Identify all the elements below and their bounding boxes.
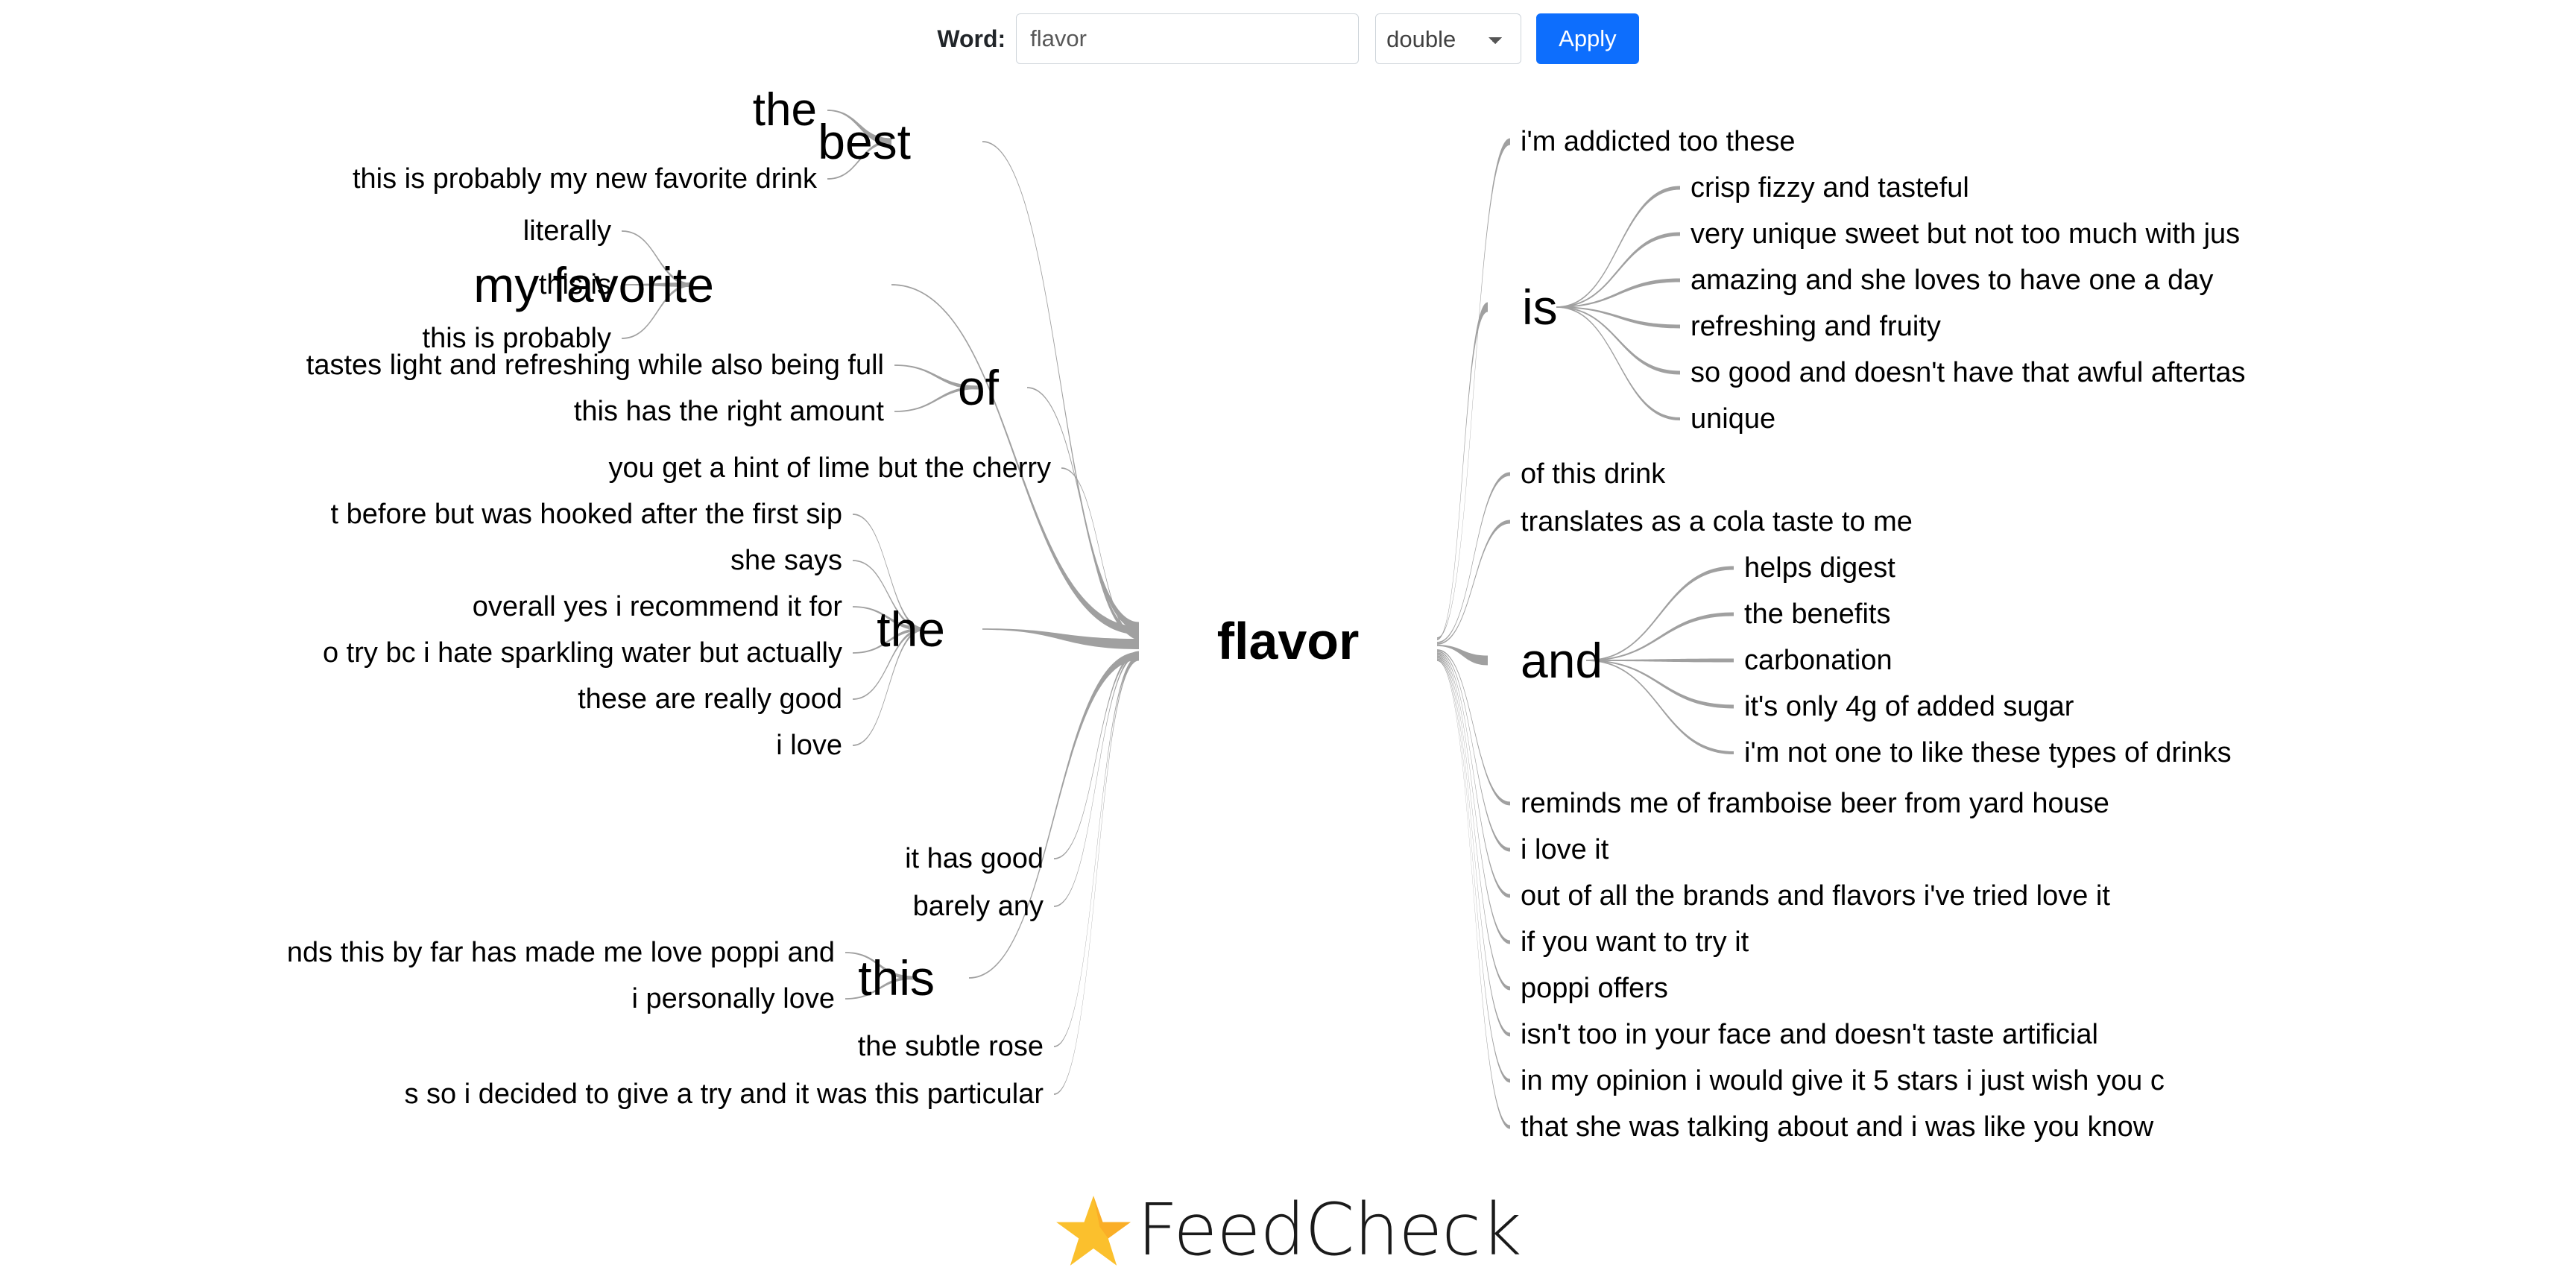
tree-link — [1054, 657, 1139, 1095]
tree-node-right[interactable]: reminds me of framboise beer from yard h… — [1521, 789, 2109, 818]
tree-link — [969, 651, 1139, 979]
tree-node-left[interactable]: these are really good — [578, 685, 842, 713]
tree-node-right[interactable]: that she was talking about and i was lik… — [1521, 1113, 2153, 1141]
tree-link — [1437, 520, 1510, 645]
tree-link — [1437, 652, 1510, 898]
tree-node-left[interactable]: the subtle rose — [858, 1032, 1044, 1061]
tree-node-right[interactable]: crisp fizzy and tasteful — [1690, 174, 1969, 202]
tree-node-left[interactable]: my favorite — [473, 260, 714, 309]
tree-node-left[interactable]: s so i decided to give a try and it was … — [404, 1080, 1044, 1108]
tree-node-right[interactable]: translates as a cola taste to me — [1521, 508, 1913, 536]
tree-node-left[interactable]: the — [753, 87, 817, 133]
tree-node-left[interactable]: this has the right amount — [574, 397, 884, 426]
tree-link — [1556, 186, 1680, 308]
tree-link — [1586, 566, 1734, 661]
tree-link — [982, 141, 1139, 631]
tree-node-left[interactable]: the — [877, 604, 945, 654]
logo-text: FeedCheck — [1137, 1188, 1521, 1272]
tree-node-left[interactable]: you get a hint of lime but the cherry — [608, 454, 1051, 482]
tree-node-right[interactable]: so good and doesn't have that awful afte… — [1690, 359, 2246, 387]
tree-node-left[interactable]: barely any — [913, 892, 1044, 921]
tree-node-right[interactable]: of this drink — [1521, 460, 1665, 488]
toolbar: Word: double Apply — [0, 0, 2576, 78]
star-icon — [1056, 1196, 1131, 1266]
tree-node-left[interactable]: literally — [523, 217, 611, 245]
tree-link — [1054, 651, 1139, 859]
tree-link — [1586, 660, 1734, 754]
tree-node-left[interactable]: this is probably — [423, 324, 611, 353]
tree-link — [1556, 306, 1680, 420]
tree-node-right[interactable]: very unique sweet but not too much with … — [1690, 220, 2240, 248]
tree-node-right[interactable]: poppi offers — [1521, 974, 1668, 1003]
tree-node-right[interactable]: refreshing and fruity — [1690, 312, 1941, 341]
tree-link — [1437, 660, 1510, 1129]
tree-link — [1437, 657, 1510, 1037]
tree-node-right[interactable]: if you want to try it — [1521, 928, 1749, 956]
tree-link — [1586, 660, 1734, 709]
tree-root-node[interactable]: flavor — [1217, 615, 1360, 667]
tree-node-right[interactable]: i'm not one to like these types of drink… — [1744, 739, 2232, 767]
word-label: Word: — [937, 25, 1006, 52]
tree-link — [1437, 138, 1510, 639]
tree-link — [1556, 232, 1680, 308]
tree-node-right[interactable]: isn't too in your face and doesn't taste… — [1521, 1020, 2098, 1049]
search-input[interactable] — [1016, 13, 1360, 64]
tree-node-left[interactable]: of — [958, 363, 999, 412]
tree-node-right[interactable]: unique — [1690, 405, 1775, 433]
tree-node-right[interactable]: i love it — [1521, 836, 1609, 864]
tree-node-left[interactable]: this is probably my new favorite drink — [353, 165, 817, 193]
word-tree-canvas: the this is probably my new favorite drin… — [0, 78, 2576, 1193]
tree-node-right[interactable]: i'm addicted too these — [1521, 127, 1795, 156]
tree-node-right[interactable]: is — [1522, 282, 1558, 332]
tree-node-left[interactable]: i love — [776, 731, 842, 760]
tree-node-left[interactable]: t before but was hooked after the first … — [331, 500, 843, 528]
tree-node-left[interactable]: best — [818, 117, 911, 166]
tree-node-right[interactable]: the benefits — [1744, 600, 1890, 628]
mode-select[interactable]: double — [1375, 13, 1522, 64]
tree-node-right[interactable]: carbonation — [1744, 646, 1892, 675]
tree-link — [1437, 649, 1510, 806]
tree-node-left[interactable]: she says — [730, 546, 842, 575]
tree-link — [1437, 655, 1510, 991]
tree-node-right[interactable]: and — [1521, 636, 1603, 685]
tree-node-left[interactable]: this — [858, 953, 935, 1003]
tree-link — [1437, 658, 1510, 1083]
tree-link — [1437, 472, 1510, 643]
apply-button[interactable]: Apply — [1536, 13, 1639, 64]
tree-link — [982, 628, 1139, 649]
tree-node-right[interactable]: helps digest — [1744, 554, 1895, 582]
tree-link — [1437, 302, 1488, 640]
tree-node-right[interactable]: out of all the brands and flavors i've t… — [1521, 882, 2110, 910]
footer-logo: FeedCheck — [0, 1188, 2576, 1272]
tree-node-left[interactable]: it has good — [905, 845, 1044, 873]
tree-link — [1586, 612, 1734, 661]
tree-node-left[interactable]: overall yes i recommend it for — [473, 593, 842, 621]
tree-node-left[interactable]: tastes light and refreshing while also b… — [306, 351, 884, 379]
tree-node-left[interactable]: nds this by far has made me love poppi a… — [287, 938, 835, 967]
tree-node-left[interactable]: i personally love — [632, 985, 835, 1013]
tree-node-right[interactable]: it's only 4g of added sugar — [1744, 692, 2074, 721]
tree-node-right[interactable]: in my opinion i would give it 5 stars i … — [1521, 1067, 2165, 1095]
tree-node-left[interactable]: o try bc i hate sparkling water but actu… — [323, 639, 842, 667]
tree-node-right[interactable]: amazing and she loves to have one a day — [1690, 266, 2213, 294]
